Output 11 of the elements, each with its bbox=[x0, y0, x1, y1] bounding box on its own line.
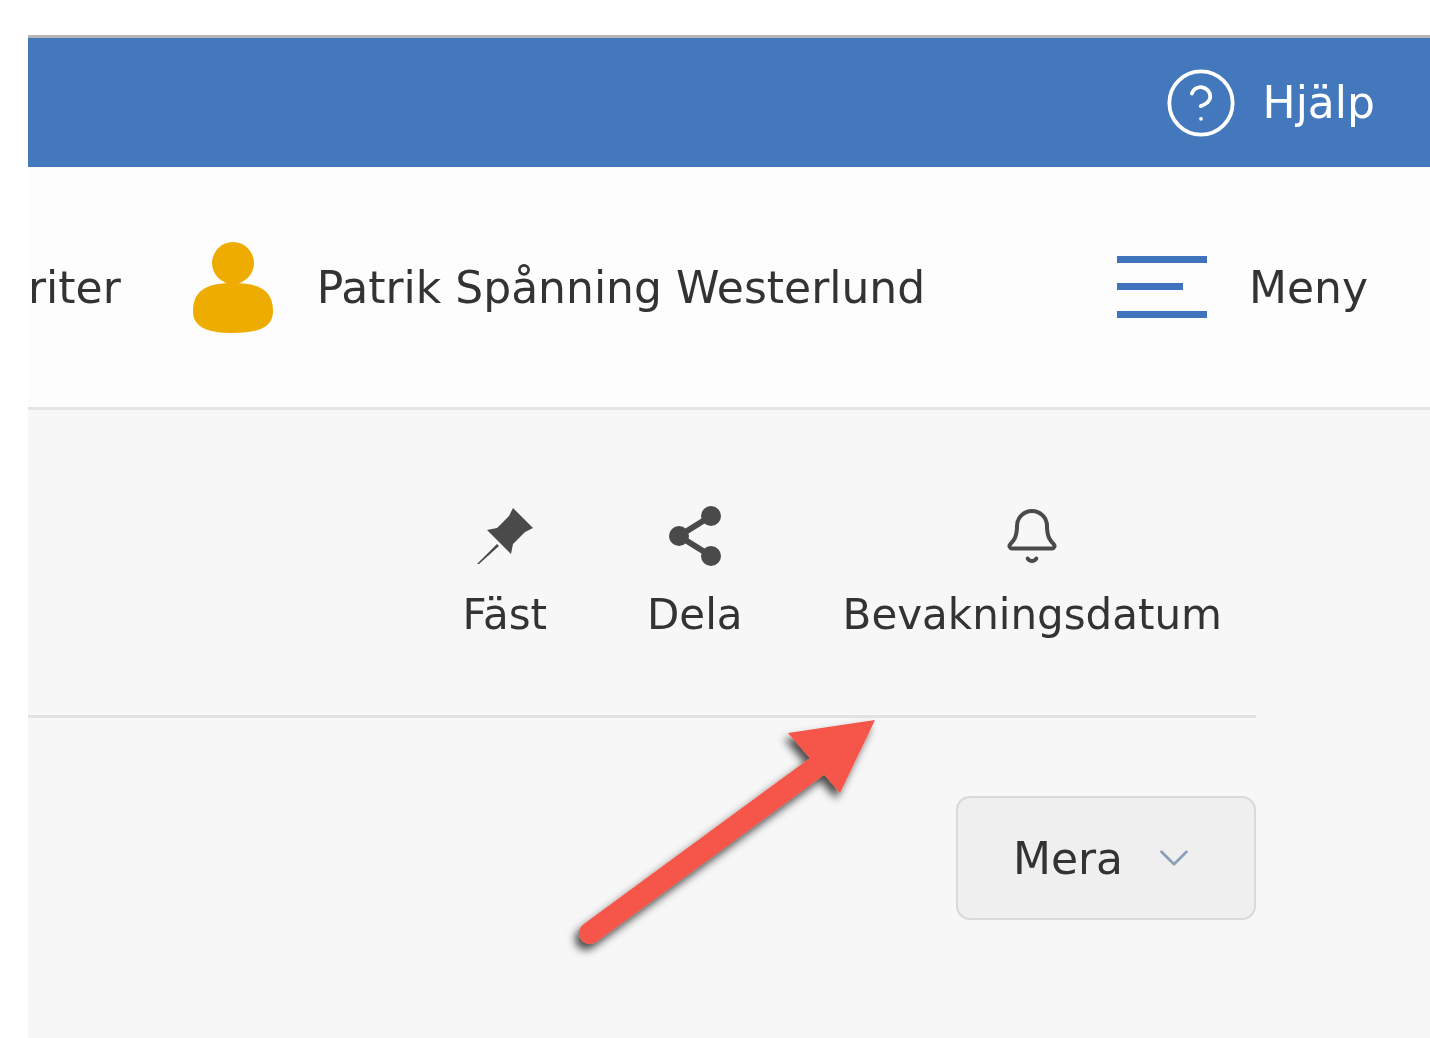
menu-button[interactable]: Meny bbox=[1117, 256, 1368, 318]
help-link[interactable]: Hjälp bbox=[1162, 64, 1375, 141]
menu-icon bbox=[1117, 256, 1208, 318]
share-icon bbox=[666, 506, 723, 566]
favorites-link[interactable]: riter bbox=[28, 261, 121, 313]
toolbar-button[interactable]: Bevakningsdatum bbox=[842, 506, 1222, 639]
user-icon bbox=[192, 241, 273, 333]
toolbar-button[interactable]: Fäst bbox=[462, 506, 547, 639]
user-link[interactable]: Patrik Spånning Westerlund bbox=[192, 241, 926, 333]
more-button[interactable]: Mera bbox=[956, 796, 1256, 920]
toolbar-button[interactable]: Dela bbox=[647, 506, 743, 639]
